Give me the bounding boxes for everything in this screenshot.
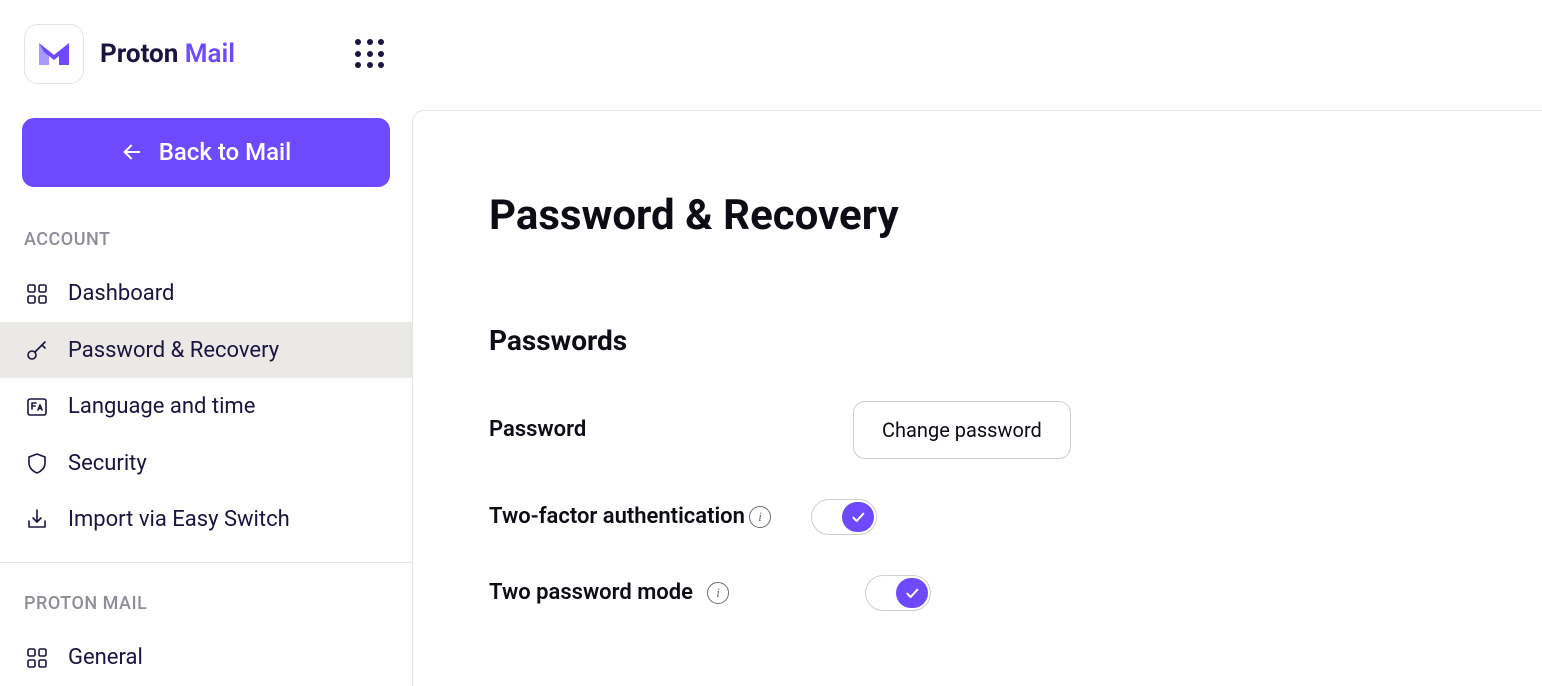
- apps-grid-icon[interactable]: [355, 39, 385, 69]
- brand-primary: Proton: [100, 39, 178, 69]
- sidebar-item-language-time[interactable]: Language and time: [0, 378, 412, 434]
- import-icon: [24, 506, 50, 532]
- page-title: Password & Recovery: [489, 191, 1542, 240]
- main-content: Password & Recovery Passwords Password C…: [412, 110, 1542, 686]
- back-button-label: Back to Mail: [159, 138, 292, 166]
- sidebar-item-label: Dashboard: [68, 281, 174, 306]
- two-password-toggle[interactable]: [865, 575, 931, 611]
- logo-text: Proton Mail: [100, 39, 235, 69]
- proton-logo-icon: [37, 41, 71, 67]
- language-icon: [24, 394, 50, 420]
- info-icon[interactable]: i: [749, 506, 771, 528]
- body: Back to Mail ACCOUNT Dashboard: [0, 108, 1542, 686]
- sidebar-item-import-easy-switch[interactable]: Import via Easy Switch: [0, 491, 412, 547]
- sidebar: Back to Mail ACCOUNT Dashboard: [0, 108, 412, 686]
- dashboard-icon: [24, 281, 50, 307]
- sidebar-item-label: Security: [68, 451, 147, 476]
- key-icon: [24, 337, 50, 363]
- password-label: Password: [489, 414, 789, 446]
- shield-icon: [24, 450, 50, 476]
- section-title-passwords: Passwords: [489, 324, 1542, 357]
- sidebar-item-label: Password & Recovery: [68, 338, 279, 363]
- two-factor-label: Two-factor authentication: [489, 501, 749, 533]
- info-icon[interactable]: i: [707, 582, 729, 604]
- two-password-label: Two password mode: [489, 577, 693, 609]
- setting-row-two-password: Two password mode i: [489, 575, 1542, 611]
- setting-row-two-factor: Two-factor authentication i: [489, 499, 1542, 535]
- change-password-button[interactable]: Change password: [853, 401, 1071, 459]
- setting-row-password: Password Change password: [489, 401, 1542, 459]
- check-icon: [904, 585, 920, 601]
- sidebar-item-password-recovery[interactable]: Password & Recovery: [0, 322, 412, 378]
- logo-box[interactable]: [24, 24, 84, 84]
- two-factor-toggle[interactable]: [811, 499, 877, 535]
- toggle-thumb: [842, 502, 874, 532]
- grid-icon: [24, 645, 50, 671]
- arrow-left-icon: [121, 141, 143, 163]
- sidebar-item-label: Import via Easy Switch: [68, 507, 290, 532]
- sidebar-section-protonmail: PROTON MAIL: [0, 563, 412, 630]
- sidebar-item-general[interactable]: General: [0, 630, 412, 686]
- brand-secondary: Mail: [185, 39, 235, 69]
- header: Proton Mail: [0, 0, 1542, 108]
- sidebar-section-account: ACCOUNT: [0, 187, 412, 266]
- sidebar-item-dashboard[interactable]: Dashboard: [0, 266, 412, 322]
- check-icon: [850, 509, 866, 525]
- back-to-mail-button[interactable]: Back to Mail: [22, 118, 390, 187]
- toggle-thumb: [896, 578, 928, 608]
- sidebar-item-label: Language and time: [68, 394, 255, 419]
- sidebar-item-security[interactable]: Security: [0, 435, 412, 491]
- sidebar-item-label: General: [68, 645, 143, 670]
